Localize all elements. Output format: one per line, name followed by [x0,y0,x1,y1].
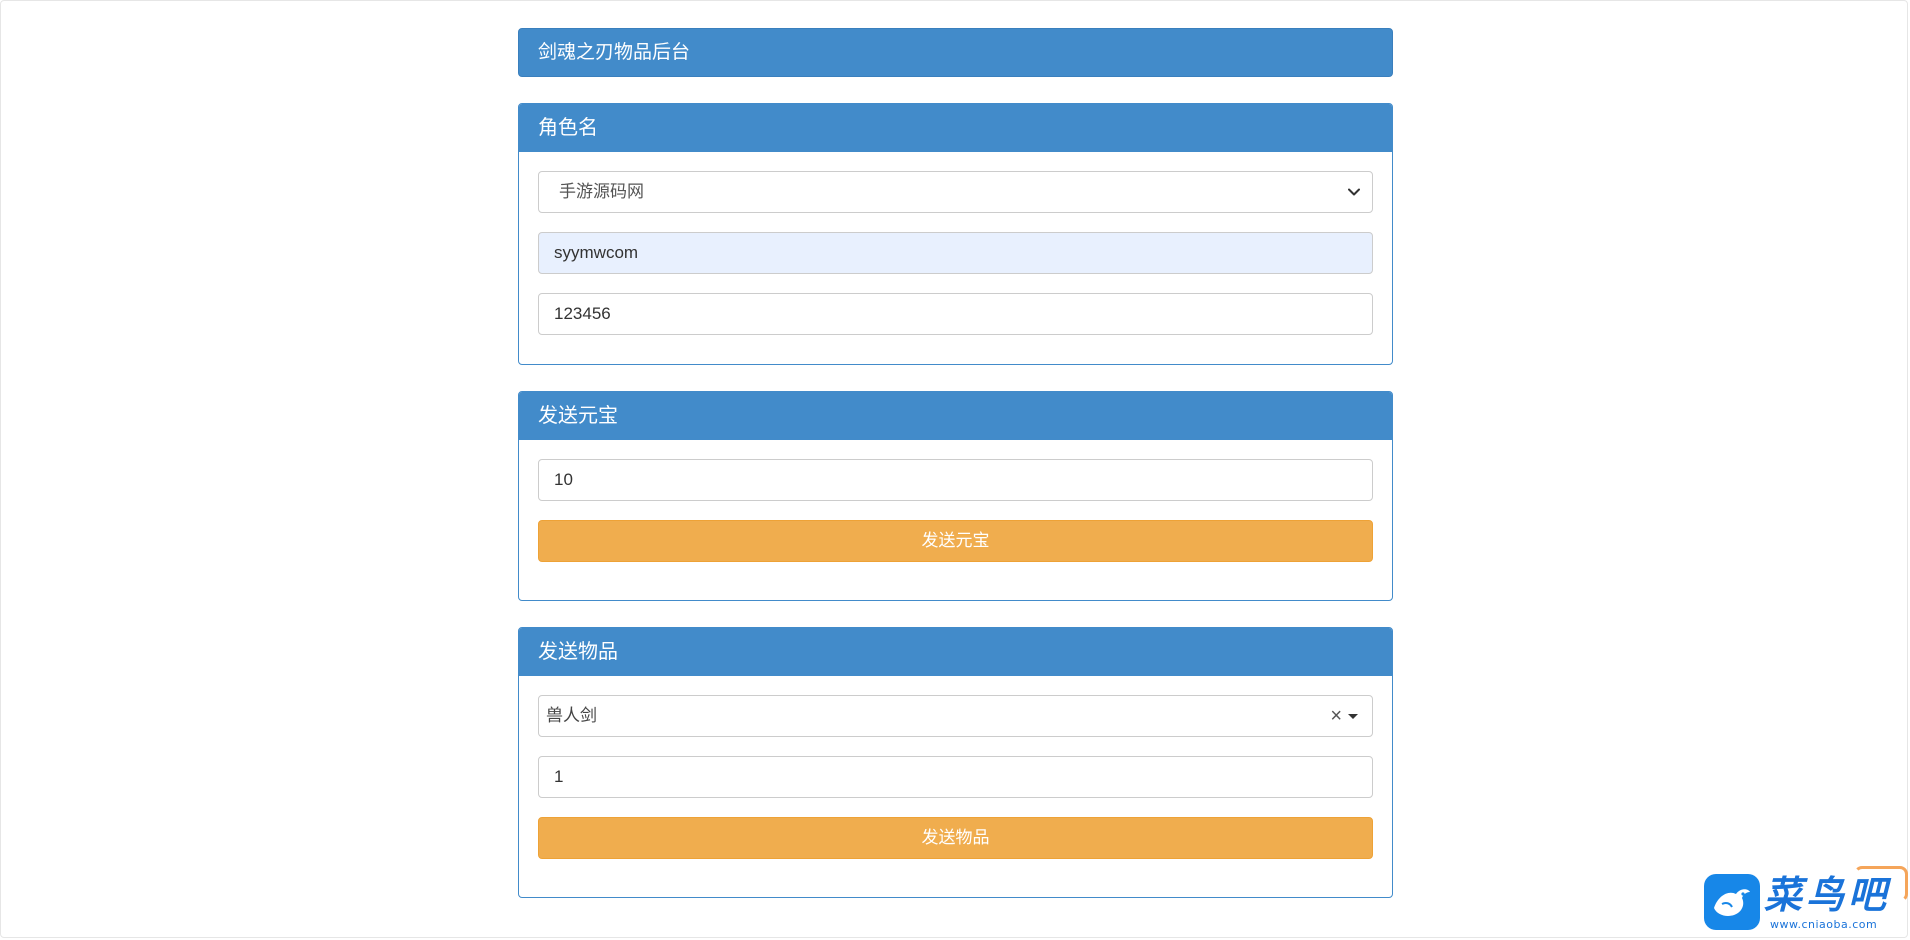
main-container: 剑魂之刃物品后台 角色名 手游源码网 syymwcom 123456 发送元宝 … [518,28,1393,898]
item-quantity-value: 1 [554,767,564,786]
password-input[interactable]: 123456 [538,293,1373,335]
yuanbao-amount-value: 10 [554,470,573,489]
watermark-logo-text: 菜鸟吧 [1764,872,1891,917]
item-panel: 发送物品 兽人剑 × 1 发送物品 [518,627,1393,898]
server-select-value: 手游源码网 [559,182,644,201]
item-select-controls: × [1330,696,1358,736]
role-panel-body: 手游源码网 syymwcom 123456 [519,152,1392,364]
yuanbao-panel-heading-text: 发送元宝 [538,405,618,427]
yuanbao-amount-input[interactable]: 10 [538,459,1373,501]
item-panel-heading-text: 发送物品 [538,641,618,663]
account-input[interactable]: syymwcom [538,232,1373,274]
watermark-url: www.cniaoba.com [1770,918,1878,931]
role-panel-heading-text: 角色名 [538,117,598,139]
watermark-logo: 菜鸟吧 www.cniaoba.com [1702,866,1910,940]
role-panel: 角色名 手游源码网 syymwcom 123456 [518,103,1393,365]
item-select-value: 兽人剑 [546,706,597,725]
item-select[interactable]: 兽人剑 × [538,695,1373,737]
close-icon[interactable]: × [1330,696,1342,736]
yuanbao-panel: 发送元宝 10 发送元宝 [518,391,1393,601]
item-panel-body: 兽人剑 × 1 发送物品 [519,676,1392,897]
role-panel-heading: 角色名 [519,104,1392,152]
server-select[interactable]: 手游源码网 [538,171,1373,213]
yuanbao-panel-body: 10 发送元宝 [519,440,1392,600]
account-input-value: syymwcom [554,243,639,262]
caret-down-icon[interactable] [1348,713,1358,719]
yuanbao-panel-heading: 发送元宝 [519,392,1392,440]
bird-icon [1704,874,1760,930]
send-yuanbao-button[interactable]: 发送元宝 [538,520,1373,562]
item-panel-heading: 发送物品 [519,628,1392,676]
send-item-button[interactable]: 发送物品 [538,817,1373,859]
password-input-value: 123456 [554,304,611,323]
chevron-down-icon [1348,172,1360,212]
page-title-text: 剑魂之刃物品后台 [538,42,691,63]
item-quantity-input[interactable]: 1 [538,756,1373,798]
page-title: 剑魂之刃物品后台 [518,28,1393,77]
